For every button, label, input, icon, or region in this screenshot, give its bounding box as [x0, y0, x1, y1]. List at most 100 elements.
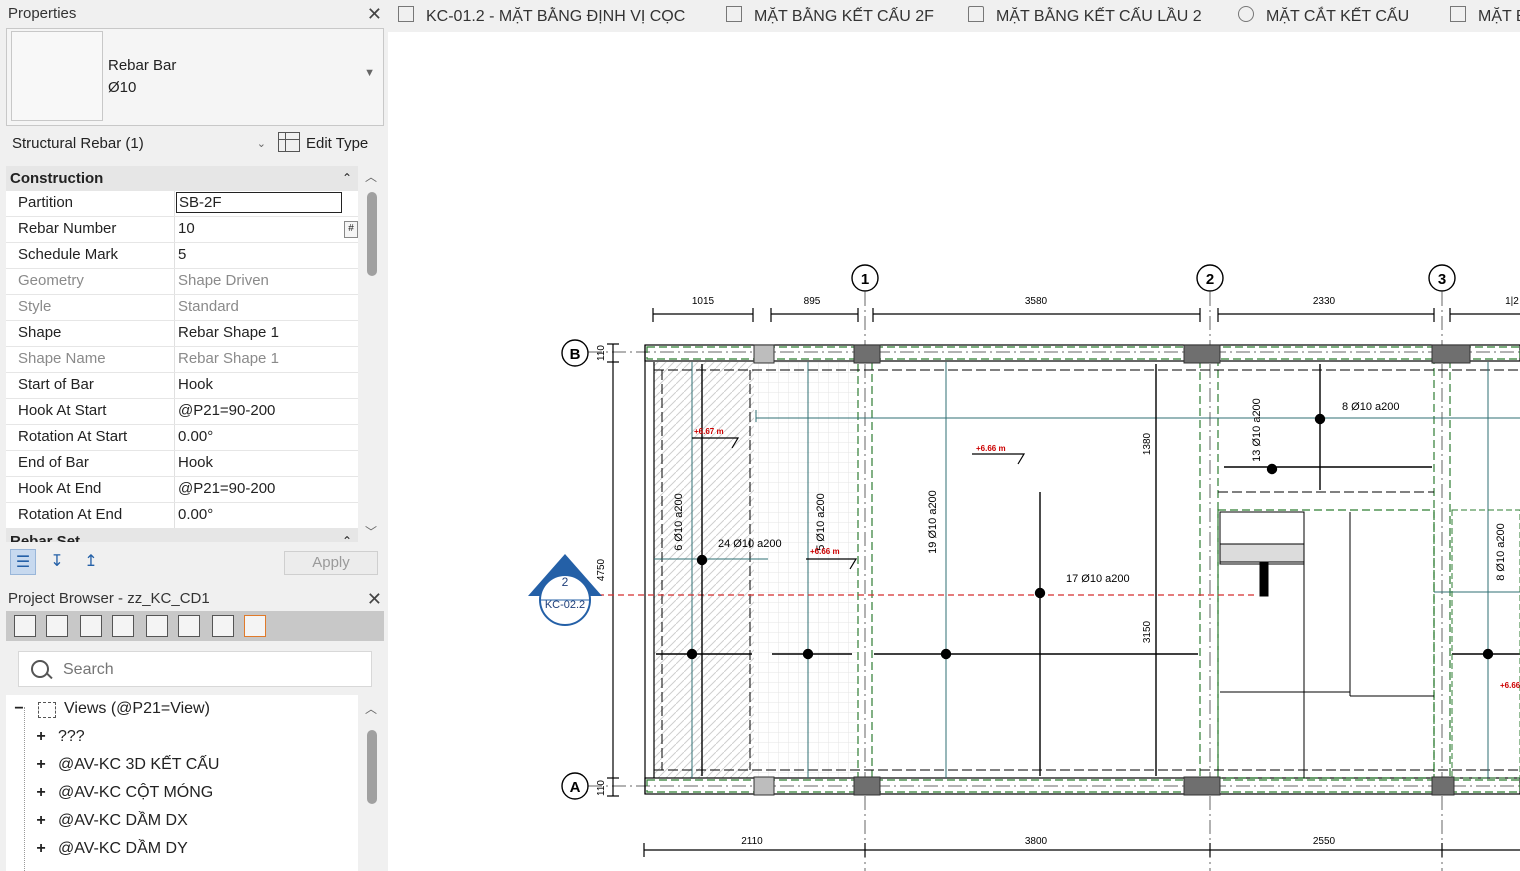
browser-search[interactable]: [18, 651, 372, 687]
scrollbar-thumb[interactable]: [367, 730, 377, 804]
column[interactable]: [1183, 776, 1221, 796]
property-value[interactable]: 5: [178, 243, 352, 267]
tree-node[interactable]: + ???: [6, 723, 358, 751]
tree-node[interactable]: + @AV-KC 3D KẾT CẤU: [6, 751, 358, 779]
schedule-icon[interactable]: [80, 615, 102, 637]
property-row-rotation-at-end[interactable]: Rotation At End 0.00°: [6, 503, 358, 529]
dimension-text: 3150: [1142, 620, 1153, 643]
structural-plan-drawing[interactable]: 1 2 3 B A 1015 895 3580 2330 1|2 2110 38…: [388, 32, 1520, 871]
property-row-start-of-bar[interactable]: Start of Bar Hook: [6, 373, 358, 399]
view-icon[interactable]: [46, 615, 68, 637]
property-value[interactable]: Hook: [178, 373, 352, 397]
group-icon[interactable]: [212, 615, 234, 637]
property-value[interactable]: Rebar Shape 1: [178, 321, 352, 345]
properties-scrollbar[interactable]: ︿ ﹀: [362, 166, 382, 542]
property-key: End of Bar: [18, 454, 89, 471]
column[interactable]: [1183, 344, 1221, 364]
property-row-shape[interactable]: Shape Rebar Shape 1: [6, 321, 358, 347]
column[interactable]: [853, 776, 881, 796]
close-icon[interactable]: ✕: [367, 585, 382, 613]
home-view-icon[interactable]: [14, 615, 36, 637]
tab-mat-bang-more[interactable]: MẶT BẰ: [1450, 0, 1520, 32]
hash-icon[interactable]: #: [344, 221, 358, 238]
sort-descending-icon[interactable]: ↥: [78, 549, 104, 575]
level-tag[interactable]: +6.66: [1500, 681, 1520, 690]
categorized-sort-icon[interactable]: ☰: [10, 549, 36, 575]
search-input[interactable]: [61, 658, 355, 682]
tab-mat-bang-ket-cau-lau-2[interactable]: MẶT BẰNG KẾT CẤU LẦU 2: [968, 0, 1202, 32]
table-icon[interactable]: [112, 615, 134, 637]
link-icon[interactable]: [244, 615, 266, 637]
collapse-icon[interactable]: ⌃: [342, 166, 352, 191]
column[interactable]: [1431, 344, 1471, 364]
chevron-down-icon[interactable]: ▼: [364, 67, 375, 79]
drawing-canvas[interactable]: 1 2 3 B A 1015 895 3580 2330 1|2 2110 38…: [388, 32, 1520, 871]
expand-icon[interactable]: +: [34, 779, 48, 807]
bottom-dimension-line: [643, 843, 1520, 857]
type-selector[interactable]: Rebar Bar Ø10 ▼: [6, 28, 384, 126]
level-tag[interactable]: +6.67 m: [694, 427, 724, 436]
rebar-tag[interactable]: 19 Ø10 a200: [927, 490, 939, 554]
edit-type-button[interactable]: Edit Type: [278, 130, 368, 158]
property-value[interactable]: 10: [178, 217, 352, 241]
rebar-tag[interactable]: 6 Ø10 a200: [673, 493, 685, 551]
level-tag[interactable]: +6.66 m: [810, 547, 840, 556]
collapse-icon[interactable]: ⌃: [342, 529, 352, 542]
expand-icon[interactable]: +: [34, 807, 48, 835]
dimension-text: 3580: [1025, 296, 1048, 307]
property-row-rebar-number[interactable]: Rebar Number 10 #: [6, 217, 358, 243]
close-icon[interactable]: ✕: [367, 0, 382, 28]
group-header-rebar-set[interactable]: Rebar Set ⌃: [6, 529, 358, 542]
tree-node[interactable]: + @AV-KC CỘT MÓNG: [6, 779, 358, 807]
property-row-end-of-bar[interactable]: End of Bar Hook: [6, 451, 358, 477]
section-marker[interactable]: 2 KC-02.2: [528, 554, 602, 626]
expand-icon[interactable]: +: [34, 751, 48, 779]
floor-plan-icon: [968, 6, 984, 22]
scroll-up-icon[interactable]: ︿: [365, 168, 377, 185]
property-value[interactable]: Hook: [178, 451, 352, 475]
tree-node[interactable]: + @AV-KC DẦM DY: [6, 835, 358, 863]
collapse-icon[interactable]: −: [12, 695, 26, 723]
expand-icon[interactable]: +: [34, 723, 48, 751]
sort-ascending-icon[interactable]: ↧: [44, 549, 70, 575]
property-value[interactable]: 0.00°: [178, 425, 352, 449]
sheet-icon[interactable]: [146, 615, 168, 637]
project-browser-titlebar: Project Browser - zz_KC_CD1 ✕: [0, 585, 388, 613]
tree-node-views[interactable]: − Views (@P21=View): [6, 695, 358, 723]
instance-filter-dropdown[interactable]: Structural Rebar (1) ⌄: [6, 130, 270, 158]
property-value[interactable]: @P21=90-200: [178, 399, 352, 423]
group-header-construction[interactable]: Construction ⌃: [6, 166, 358, 191]
tab-mat-bang-ket-cau-2f[interactable]: MẶT BẰNG KẾT CẤU 2F: [726, 0, 934, 32]
column[interactable]: [753, 776, 775, 796]
property-value[interactable]: 0.00°: [178, 503, 352, 527]
property-row-hook-at-end[interactable]: Hook At End @P21=90-200: [6, 477, 358, 503]
green-region-right: [1451, 509, 1520, 779]
rebar-tag[interactable]: 13 Ø10 a200: [1251, 398, 1263, 462]
tab-kc-01-2[interactable]: KC-01.2 - MẶT BẰNG ĐỊNH VỊ CỌC: [398, 0, 685, 32]
property-row-partition[interactable]: Partition SB-2F: [6, 191, 358, 217]
scroll-up-icon[interactable]: ︿: [365, 700, 377, 717]
apply-button[interactable]: Apply: [284, 551, 378, 575]
column[interactable]: [1431, 776, 1455, 796]
browser-scrollbar[interactable]: ︿: [362, 696, 382, 871]
column[interactable]: [753, 344, 775, 364]
property-row-rotation-at-start[interactable]: Rotation At Start 0.00°: [6, 425, 358, 451]
expand-icon[interactable]: +: [34, 835, 48, 863]
scroll-down-icon[interactable]: ﹀: [365, 523, 377, 540]
dimension-text: 4750: [596, 558, 607, 581]
rebar-tag[interactable]: 8 Ø10 a200: [1342, 401, 1400, 413]
rebar-tag[interactable]: 8 Ø10 a200: [1495, 523, 1507, 581]
property-value[interactable]: @P21=90-200: [178, 477, 352, 501]
scrollbar-thumb[interactable]: [367, 192, 377, 276]
rebar-tag[interactable]: 5 Ø10 a200: [815, 493, 827, 551]
level-tag[interactable]: +6.66 m: [976, 444, 1006, 453]
property-row-schedule-mark[interactable]: Schedule Mark 5: [6, 243, 358, 269]
rebar-tag[interactable]: 24 Ø10 a200: [718, 538, 782, 550]
rebar-tag[interactable]: 17 Ø10 a200: [1066, 573, 1130, 585]
family-icon[interactable]: [178, 615, 200, 637]
tree-node[interactable]: + @AV-KC DẦM DX: [6, 807, 358, 835]
tab-mat-cat-ket-cau[interactable]: MẶT CẮT KẾT CẤU: [1238, 0, 1409, 32]
partition-input[interactable]: SB-2F: [176, 192, 342, 213]
property-row-hook-at-start[interactable]: Hook At Start @P21=90-200: [6, 399, 358, 425]
column[interactable]: [853, 344, 881, 364]
